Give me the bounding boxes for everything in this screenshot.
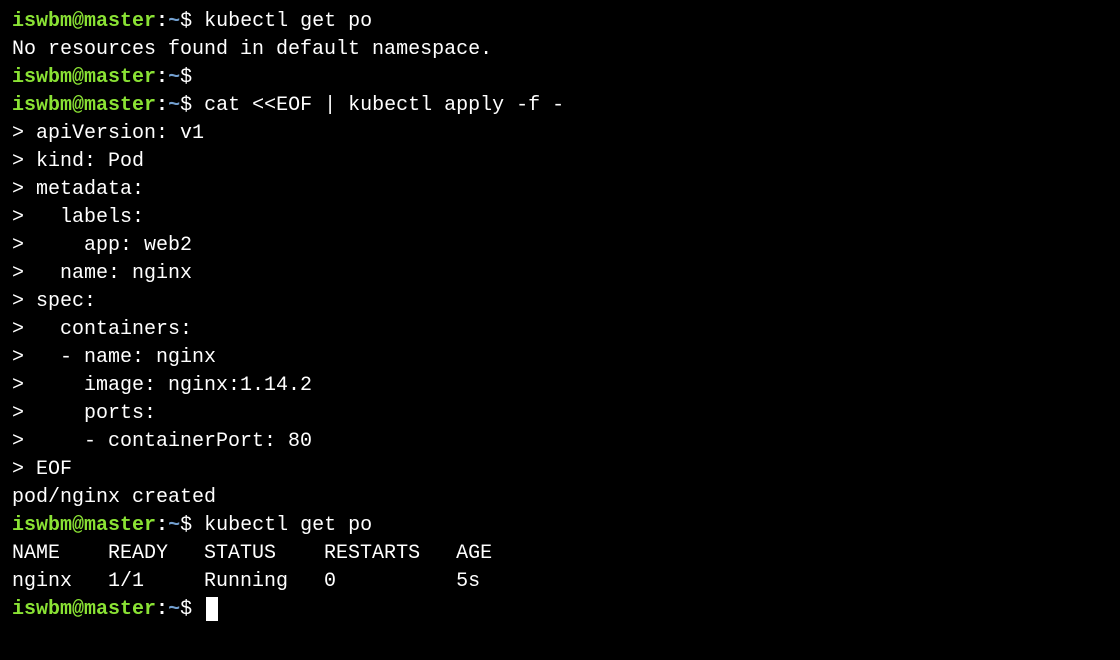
prompt-colon: :: [156, 598, 168, 621]
command-4-text: kubectl get po: [204, 514, 372, 537]
prompt-user: iswbm: [12, 598, 72, 621]
prompt-line-2: iswbm@master:~$: [12, 64, 1108, 92]
prompt-user: iswbm: [12, 514, 72, 537]
prompt-dollar: $: [180, 94, 192, 117]
prompt-line-1: iswbm@master:~$ kubectl get po: [12, 8, 1108, 36]
prompt-at: @: [72, 598, 84, 621]
prompt-line-5: iswbm@master:~$: [12, 596, 1108, 624]
prompt-colon: :: [156, 66, 168, 89]
prompt-host: master: [84, 10, 156, 33]
heredoc-line: > containers:: [12, 316, 1108, 344]
heredoc-line: > - containerPort: 80: [12, 428, 1108, 456]
heredoc-line: > EOF: [12, 456, 1108, 484]
prompt-dollar: $: [180, 66, 192, 89]
table-header: NAME READY STATUS RESTARTS AGE: [12, 540, 1108, 568]
prompt-dollar: $: [180, 10, 192, 33]
heredoc-line: > apiVersion: v1: [12, 120, 1108, 148]
heredoc-line: > - name: nginx: [12, 344, 1108, 372]
command-1-text: kubectl get po: [204, 10, 372, 33]
heredoc-line: > app: web2: [12, 232, 1108, 260]
prompt-path: ~: [168, 598, 180, 621]
prompt-at: @: [72, 94, 84, 117]
prompt-path: ~: [168, 94, 180, 117]
command-3-text: cat <<EOF | kubectl apply -f -: [204, 94, 564, 117]
heredoc-line: > metadata:: [12, 176, 1108, 204]
prompt-host: master: [84, 66, 156, 89]
prompt-colon: :: [156, 94, 168, 117]
prompt-dollar: $: [180, 514, 192, 537]
prompt-at: @: [72, 66, 84, 89]
command-5: [192, 598, 204, 621]
prompt-dollar: $: [180, 598, 192, 621]
heredoc-line: > ports:: [12, 400, 1108, 428]
heredoc-line: > image: nginx:1.14.2: [12, 372, 1108, 400]
command-3: [192, 94, 204, 117]
terminal-output[interactable]: iswbm@master:~$ kubectl get po No resour…: [12, 8, 1108, 624]
prompt-line-3: iswbm@master:~$ cat <<EOF | kubectl appl…: [12, 92, 1108, 120]
prompt-user: iswbm: [12, 10, 72, 33]
command-1: [192, 10, 204, 33]
heredoc-line: > spec:: [12, 288, 1108, 316]
prompt-path: ~: [168, 66, 180, 89]
prompt-path: ~: [168, 10, 180, 33]
heredoc-line: > labels:: [12, 204, 1108, 232]
cursor: [206, 597, 218, 621]
command-4: [192, 514, 204, 537]
prompt-host: master: [84, 514, 156, 537]
output-line-2: pod/nginx created: [12, 484, 1108, 512]
heredoc-line: > name: nginx: [12, 260, 1108, 288]
prompt-host: master: [84, 598, 156, 621]
output-line-1: No resources found in default namespace.: [12, 36, 1108, 64]
prompt-colon: :: [156, 514, 168, 537]
prompt-at: @: [72, 514, 84, 537]
table-row: nginx 1/1 Running 0 5s: [12, 568, 1108, 596]
prompt-colon: :: [156, 10, 168, 33]
prompt-at: @: [72, 10, 84, 33]
prompt-line-4: iswbm@master:~$ kubectl get po: [12, 512, 1108, 540]
prompt-user: iswbm: [12, 66, 72, 89]
heredoc-line: > kind: Pod: [12, 148, 1108, 176]
prompt-user: iswbm: [12, 94, 72, 117]
prompt-host: master: [84, 94, 156, 117]
prompt-path: ~: [168, 514, 180, 537]
